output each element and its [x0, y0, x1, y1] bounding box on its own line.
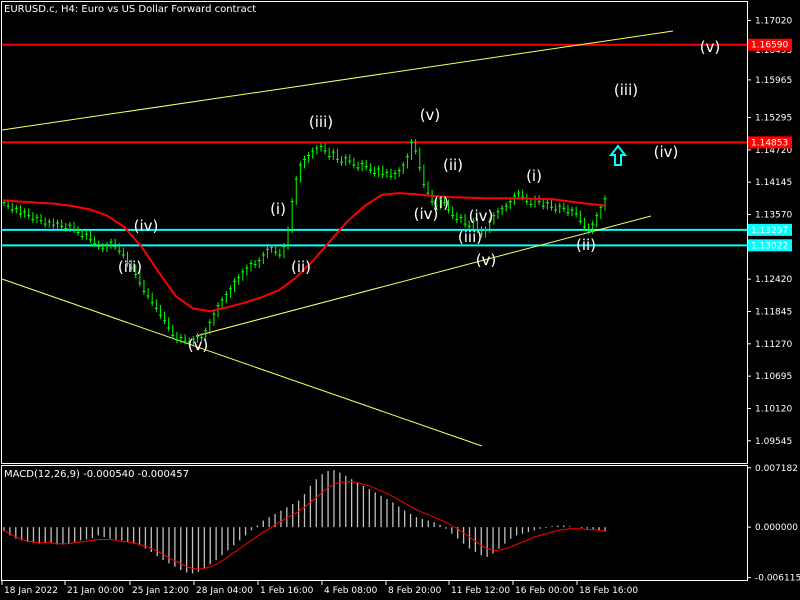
- time-axis: 18 Jan 2022 21 Jan 00:00 25 Jan 12:00 28 Ja…: [1, 580, 638, 596]
- time-tick-label: 8 Feb 20:00: [388, 586, 442, 596]
- wave-label: (ii): [443, 156, 463, 174]
- time-tick-label: 28 Jan 04:00: [196, 586, 253, 596]
- wave-label: (i): [270, 200, 286, 218]
- macd-panel-frame: [1, 465, 748, 581]
- trendlines: [1, 30, 674, 447]
- chart-title: EURUSD.c, H4: Euro vs US Dollar Forward …: [4, 4, 256, 15]
- level-tag-label: 1.13297: [751, 226, 788, 236]
- support-trendline: [195, 215, 652, 337]
- level-tag-label: 1.14853: [751, 138, 788, 148]
- macd-tick-label: 0.007182: [755, 464, 798, 474]
- wave-label: (v): [188, 336, 209, 354]
- price-tick-label: 1.12420: [755, 275, 792, 285]
- price-tick-label: 1.17020: [755, 17, 792, 27]
- price-tick-label: 1.09545: [755, 437, 792, 447]
- time-tick-label: 1 Feb 16:00: [260, 586, 314, 596]
- macd-axis: 0.007182 0.000000 -0.006115: [747, 464, 800, 584]
- time-tick-label: 21 Jan 00:00: [67, 586, 124, 596]
- macd-title: MACD(12,26,9) -0.000540 -0.000457: [4, 469, 189, 480]
- price-panel-frame: [1, 1, 748, 464]
- wave-label: (i): [526, 167, 542, 185]
- wave-label: (v): [476, 251, 497, 269]
- wave-label: (iv): [414, 205, 439, 223]
- wave-label: (v): [420, 106, 441, 124]
- price-tick-label: 1.15295: [755, 114, 792, 124]
- price-tick-label: 1.11270: [755, 340, 792, 350]
- wave-labels: (iv) (iii) (v) (i) (ii) (iii) (v) (ii) (i) (iv) (i…: [118, 38, 720, 354]
- wave-label: (iv): [469, 207, 494, 225]
- wave-label: (ii): [576, 236, 596, 254]
- time-tick-label: 11 Feb 12:00: [451, 586, 510, 596]
- wave-label: (iv): [654, 143, 679, 161]
- wave-label: (iii): [118, 258, 142, 276]
- macd-tick-label: -0.006115: [755, 574, 800, 584]
- time-tick-label: 4 Feb 08:00: [324, 586, 378, 596]
- price-series: [2, 139, 607, 346]
- time-tick-label: 25 Jan 12:00: [132, 586, 189, 596]
- price-tick-label: 1.14145: [755, 178, 792, 188]
- price-tick-label: 1.10695: [755, 372, 792, 382]
- wave-label: (iii): [309, 113, 333, 131]
- wave-label: (iv): [134, 217, 159, 235]
- projection-arrow-icon: [608, 144, 628, 166]
- chart-canvas: 1.170201.164951.159651.152951.147201.141…: [1, 1, 800, 596]
- up-arrow-icon: [608, 144, 628, 166]
- wave-label: (iii): [458, 228, 482, 246]
- upper-trendline: [1, 30, 674, 131]
- wave-label: (iii): [614, 81, 638, 99]
- level-tag-label: 1.13022: [751, 241, 788, 251]
- time-tick-label: 18 Jan 2022: [4, 586, 58, 596]
- time-tick-label: 16 Feb 00:00: [515, 586, 574, 596]
- wave-label: (ii): [291, 258, 311, 276]
- time-tick-label: 18 Feb 16:00: [579, 586, 638, 596]
- level-tag-label: 1.16590: [751, 41, 788, 51]
- price-tick-label: 1.15965: [755, 76, 792, 86]
- price-tick-label: 1.13570: [755, 211, 792, 221]
- macd-histogram: [3, 470, 606, 574]
- macd-tick-label: 0.000000: [755, 523, 798, 533]
- price-tick-label: 1.10120: [755, 404, 792, 414]
- wave-label: (v): [700, 38, 721, 56]
- price-tick-label: 1.11845: [755, 307, 792, 317]
